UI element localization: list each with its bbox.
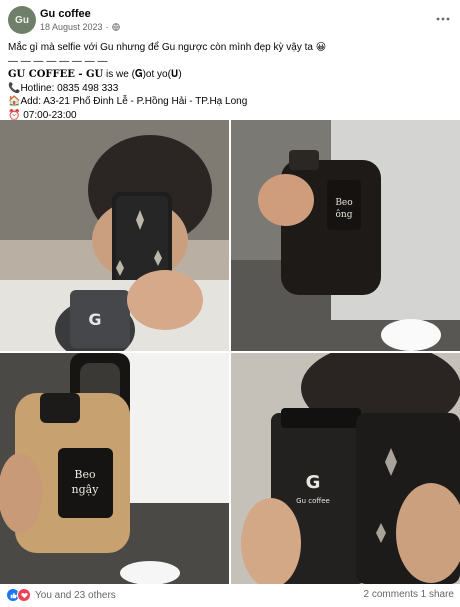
avatar-initial: Gu (15, 14, 29, 26)
reactions-summary[interactable]: You and 23 others (6, 588, 116, 602)
post-photo-4[interactable]: G Gu coffee (231, 353, 460, 584)
post-photo-3[interactable]: Beo ngậy (0, 353, 229, 584)
page-avatar[interactable]: Gu (8, 6, 36, 34)
photo-grid: G Beo ông Beo ngậy G Gu coffee (0, 120, 460, 584)
comments-count[interactable]: 2 comments (364, 589, 418, 600)
post-footer: You and 23 others 2 comments 1 share (0, 586, 460, 606)
svg-text:ông: ông (336, 209, 353, 220)
caption-text: Mắc gì mà selfie với Gu nhưng để Gu ngượ… (8, 42, 313, 53)
svg-text:G: G (88, 310, 101, 329)
reactions-count: You and 23 others (35, 589, 116, 601)
post-date[interactable]: 18 August 2023 (40, 22, 103, 32)
svg-text:Beo: Beo (74, 468, 96, 481)
facebook-post: Gu Gu coffee 18 August 2023 · Mắc gì mà … (0, 0, 460, 607)
caption-tagline: is we (𝐆)ot yo(𝐔) (103, 69, 182, 80)
caption-divider: — — — — — — — — (8, 55, 108, 67)
post-meta: 18 August 2023 · (40, 22, 120, 32)
svg-text:ngậy: ngậy (72, 483, 100, 496)
caption-address: 🏠Add: A3-21 Phố Đinh Lễ - P.Hồng Hải - T… (8, 96, 248, 107)
more-icon (436, 8, 450, 26)
post-photo-2[interactable]: Beo ông (231, 120, 460, 351)
caption-emoji: 😀 (315, 42, 327, 53)
svg-text:Beo: Beo (335, 198, 352, 208)
globe-icon (111, 23, 120, 31)
post-photo-1[interactable]: G (0, 120, 229, 351)
caption-hotline: 📞Hotline: 0835 498 333 (8, 82, 119, 94)
svg-text:G: G (306, 472, 321, 493)
shares-count[interactable]: 1 share (421, 589, 454, 600)
love-icon (17, 588, 31, 602)
svg-text:Gu coffee: Gu coffee (296, 497, 330, 505)
post-caption: Mắc gì mà selfie với Gu nhưng để Gu ngượ… (8, 41, 452, 122)
more-options-button[interactable] (434, 10, 452, 24)
post-header: Gu Gu coffee 18 August 2023 · (0, 0, 460, 36)
page-name[interactable]: Gu coffee (40, 8, 91, 20)
caption-brand: 𝐆𝐔 𝐂𝐎𝐅𝐅𝐄𝐄 - 𝐆𝐔 (8, 69, 104, 80)
